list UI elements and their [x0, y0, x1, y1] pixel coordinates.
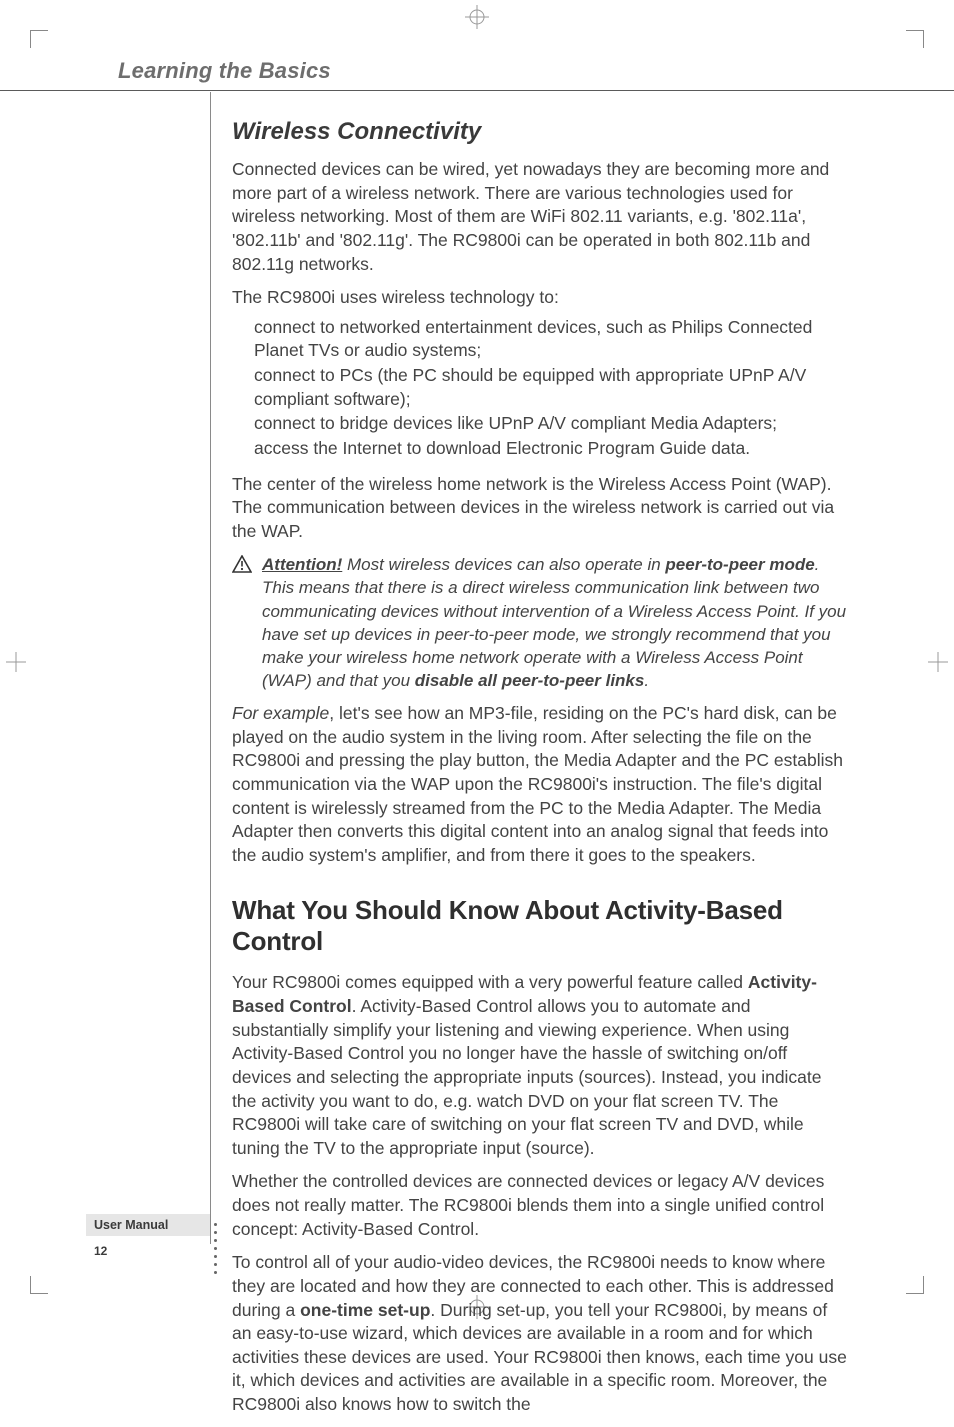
decorative-dots [214, 1223, 217, 1274]
bullet-list: connect to networked entertainment devic… [232, 316, 850, 461]
emphasis: For example [232, 703, 329, 723]
list-item: connect to bridge devices like UPnP A/V … [254, 412, 850, 436]
paragraph: Connected devices can be wired, yet nowa… [232, 158, 850, 276]
registration-mark-icon [6, 652, 26, 672]
crop-mark [906, 1276, 924, 1294]
paragraph: The RC9800i uses wireless technology to: [232, 286, 850, 310]
section-heading-wireless: Wireless Connectivity [232, 118, 850, 146]
footer-label: User Manual [86, 1214, 210, 1236]
paragraph: To control all of your audio-video devic… [232, 1251, 850, 1416]
crop-mark [30, 30, 48, 48]
registration-mark-icon [928, 652, 948, 672]
notice-term: peer-to-peer mode [665, 555, 814, 574]
registration-mark-icon [465, 5, 489, 29]
page-number: 12 [86, 1244, 210, 1258]
notice-term: disable all peer-to-peer links [415, 671, 645, 690]
crop-mark [30, 1276, 48, 1294]
page-footer: User Manual 12 [86, 1214, 210, 1258]
attention-notice: Attention! Most wireless devices can als… [232, 553, 850, 692]
list-item: connect to networked entertainment devic… [254, 316, 850, 363]
list-item: connect to PCs (the PC should be equippe… [254, 364, 850, 411]
crop-mark [906, 30, 924, 48]
paragraph: For example, let's see how an MP3-file, … [232, 702, 850, 867]
page-header: Learning the Basics [118, 58, 864, 84]
notice-text: Attention! Most wireless devices can als… [262, 553, 850, 692]
page: Learning the Basics Wireless Connectivit… [0, 0, 954, 1324]
header-divider [0, 90, 954, 91]
paragraph: Your RC9800i comes equipped with a very … [232, 971, 850, 1160]
paragraph: The center of the wireless home network … [232, 473, 850, 544]
chapter-title: Learning the Basics [118, 58, 864, 84]
notice-label: Attention! [262, 555, 342, 574]
warning-icon [232, 555, 252, 578]
body-content: Wireless Connectivity Connected devices … [232, 112, 850, 1427]
section-heading-activity: What You Should Know About Activity-Base… [232, 895, 850, 957]
term: one-time set-up [300, 1300, 430, 1320]
vertical-divider [210, 92, 211, 1244]
list-item: access the Internet to download Electron… [254, 437, 850, 461]
paragraph: Whether the controlled devices are conne… [232, 1170, 850, 1241]
